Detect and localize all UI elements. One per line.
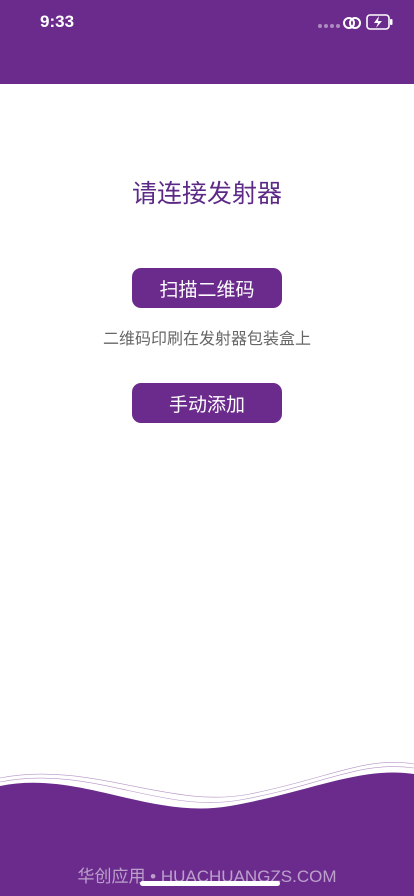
- home-indicator[interactable]: [140, 881, 280, 886]
- manual-add-button[interactable]: 手动添加: [132, 383, 282, 423]
- manual-add-button-label: 手动添加: [168, 393, 245, 416]
- link-icon: [343, 17, 361, 29]
- qr-hint-text: 二维码印刷在发射器包装盒上: [102, 329, 311, 348]
- status-bar: 9:33: [0, 0, 414, 84]
- page-title: 请连接发射器: [131, 179, 282, 208]
- scan-qr-button-label: 扫描二维码: [159, 278, 255, 301]
- status-time: 9:33: [40, 12, 75, 31]
- scan-qr-button[interactable]: 扫描二维码: [132, 268, 282, 308]
- charging-battery-icon: [366, 14, 393, 30]
- signal-dots-icon: [318, 24, 340, 28]
